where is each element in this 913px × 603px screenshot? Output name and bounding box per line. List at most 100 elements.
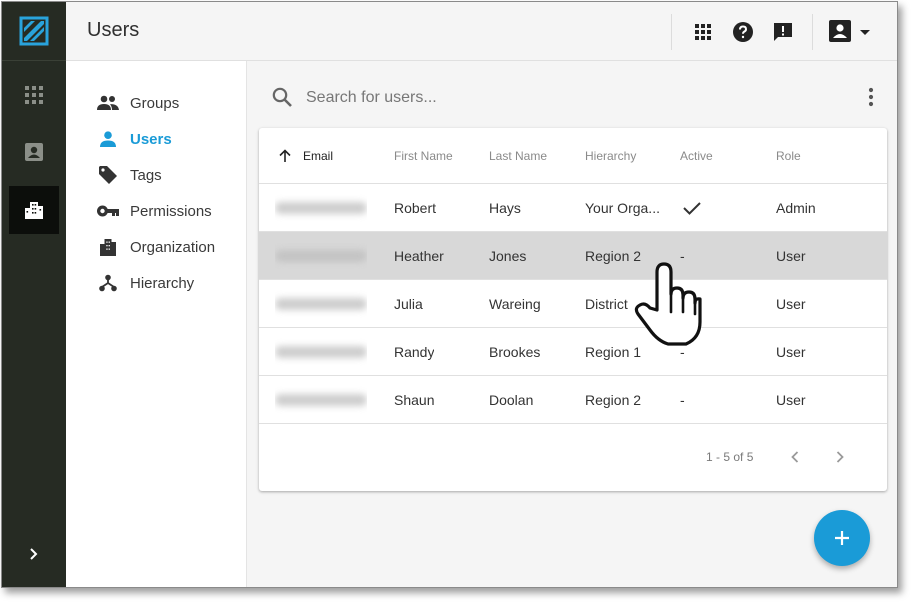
- users-table-card: Email First Name Last Name Hierarchy Act…: [259, 128, 887, 491]
- column-header-last-name[interactable]: Last Name: [489, 128, 547, 184]
- apps-grid-icon: [25, 86, 43, 104]
- redacted-email: [275, 202, 367, 214]
- table-row[interactable]: Julia Wareing District User: [259, 280, 887, 328]
- email-cell: [275, 280, 367, 328]
- help-icon: [733, 22, 753, 42]
- table-header: Email First Name Last Name Hierarchy Act…: [259, 128, 887, 184]
- nav-item-organization[interactable]: Organization: [96, 235, 215, 259]
- apps-grid-icon: [695, 24, 711, 40]
- rail-apps-button[interactable]: [2, 71, 66, 119]
- role-cell: User: [776, 392, 806, 408]
- contact-card-icon: [25, 143, 43, 161]
- account-box-icon: [829, 20, 851, 42]
- sort-ascending-icon: [277, 148, 293, 164]
- building-icon: [96, 235, 120, 259]
- account-menu-button[interactable]: [828, 17, 878, 47]
- key-icon: [96, 199, 120, 223]
- column-header-hierarchy[interactable]: Hierarchy: [585, 128, 636, 184]
- help-button[interactable]: [730, 19, 756, 45]
- hierarchy-cell: Region 1: [585, 344, 642, 360]
- checkmark-icon: [683, 202, 701, 215]
- nav-item-label: Hierarchy: [130, 274, 195, 292]
- role-cell: Admin: [776, 200, 816, 216]
- feedback-button[interactable]: [770, 19, 796, 45]
- first-name-cell: Heather: [394, 248, 444, 264]
- nav-item-label: Groups: [130, 94, 180, 112]
- header-divider: [812, 14, 813, 50]
- nav-item-users[interactable]: Users: [96, 127, 172, 151]
- top-header: Users: [66, 2, 897, 61]
- rail-organization-button[interactable]: [9, 186, 59, 234]
- hierarchy-cell: District: [585, 296, 628, 312]
- caret-down-icon: [860, 30, 870, 35]
- email-cell: [275, 328, 367, 376]
- plus-icon: [835, 531, 849, 545]
- nav-item-groups[interactable]: Groups: [96, 91, 179, 115]
- search-icon: [272, 87, 292, 107]
- more-vert-icon: [868, 87, 874, 107]
- groups-icon: [96, 91, 120, 115]
- page-title: Users: [87, 19, 140, 41]
- apps-launcher-button[interactable]: [690, 19, 716, 45]
- chevron-right-icon: [30, 548, 38, 560]
- column-header-role[interactable]: Role: [776, 128, 801, 184]
- redacted-email: [275, 346, 367, 358]
- next-page-button[interactable]: [828, 445, 852, 469]
- nav-item-label: Organization: [130, 238, 216, 256]
- hierarchy-cell: Your Orga...: [585, 200, 660, 216]
- table-row[interactable]: Randy Brookes Region 1 - User: [259, 328, 887, 376]
- page-range-label: 1 - 5 of 5: [706, 450, 754, 464]
- chevron-left-icon: [791, 451, 799, 463]
- last-name-cell: Brookes: [489, 344, 541, 360]
- last-name-cell: Hays: [489, 200, 521, 216]
- rail-contacts-button[interactable]: [2, 128, 66, 176]
- rail-expand-button[interactable]: [2, 539, 66, 569]
- redacted-email: [275, 250, 367, 262]
- redacted-email: [275, 298, 367, 310]
- main-content: Email First Name Last Name Hierarchy Act…: [248, 61, 897, 587]
- role-cell: User: [776, 296, 806, 312]
- redacted-email: [275, 394, 367, 406]
- column-header-active[interactable]: Active: [680, 128, 713, 184]
- first-name-cell: Julia: [394, 296, 423, 312]
- email-cell: [275, 232, 367, 280]
- organization-icon: [25, 202, 43, 219]
- last-name-cell: Doolan: [489, 392, 534, 408]
- app-logo[interactable]: [2, 2, 66, 61]
- first-name-cell: Randy: [394, 344, 435, 360]
- active-cell: -: [680, 392, 685, 408]
- last-name-cell: Jones: [489, 248, 527, 264]
- tag-icon: [96, 163, 120, 187]
- last-name-cell: Wareing: [489, 296, 541, 312]
- nav-item-label: Tags: [130, 166, 162, 184]
- nav-item-hierarchy[interactable]: Hierarchy: [96, 271, 194, 295]
- nav-item-tags[interactable]: Tags: [96, 163, 162, 187]
- active-cell: [682, 184, 702, 232]
- hierarchy-icon: [96, 271, 120, 295]
- more-options-button[interactable]: [859, 85, 883, 109]
- search-input[interactable]: [306, 85, 806, 111]
- table-row[interactable]: Shaun Doolan Region 2 - User: [259, 376, 887, 424]
- first-name-cell: Robert: [394, 200, 437, 216]
- left-rail: [2, 2, 66, 587]
- app-window: Users Groups Users Tags Permissions Orga…: [1, 1, 898, 588]
- previous-page-button[interactable]: [783, 445, 807, 469]
- email-cell: [275, 184, 367, 232]
- section-nav: Groups Users Tags Permissions Organizati…: [66, 61, 247, 587]
- table-row[interactable]: Robert Hays Your Orga... Admin: [259, 184, 887, 232]
- logo-icon: [19, 16, 49, 46]
- column-header-first-name[interactable]: First Name: [394, 128, 453, 184]
- active-cell: -: [680, 344, 685, 360]
- chevron-right-icon: [836, 451, 844, 463]
- table-row[interactable]: Heather Jones Region 2 - User: [259, 232, 887, 280]
- nav-item-permissions[interactable]: Permissions: [96, 199, 212, 223]
- nav-item-label: Users: [130, 130, 172, 148]
- role-cell: User: [776, 248, 806, 264]
- active-cell: -: [680, 248, 685, 264]
- column-header-email[interactable]: Email: [277, 128, 333, 184]
- pagination-bar: 1 - 5 of 5: [259, 425, 887, 491]
- hierarchy-cell: Region 2: [585, 392, 642, 408]
- email-cell: [275, 376, 367, 424]
- feedback-icon: [774, 23, 792, 41]
- add-user-button[interactable]: [814, 510, 870, 566]
